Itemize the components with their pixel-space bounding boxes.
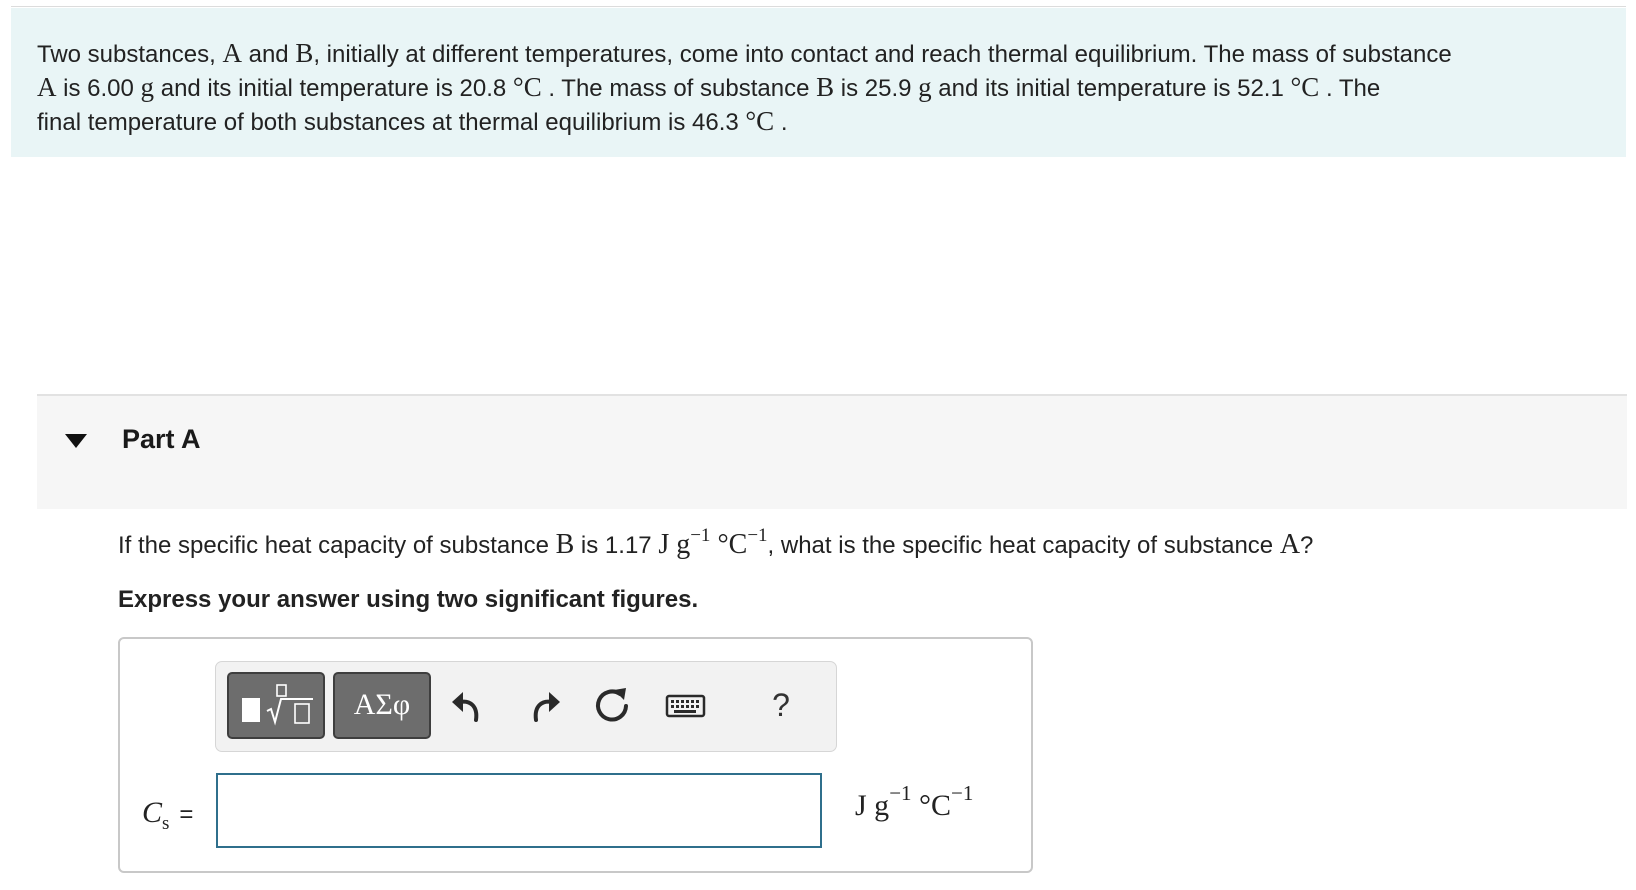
undo-icon[interactable] (446, 682, 494, 730)
intro-line-2: A is 6.00 g and its initial temperature … (37, 72, 1381, 102)
keyboard-icon[interactable] (665, 682, 707, 730)
greek-symbols-button[interactable]: ΑΣφ (333, 672, 431, 739)
answer-input[interactable] (216, 773, 822, 848)
intro-line-1: Two substances, A and B, initially at di… (37, 38, 1452, 68)
unit-label: J g−1 °C−1 (855, 781, 974, 823)
part-title: Part A (122, 424, 201, 454)
intro-line-3: final temperature of both substances at … (37, 106, 788, 136)
math-toolbar: ΑΣφ ? (215, 661, 837, 752)
collapse-triangle-icon[interactable] (65, 434, 87, 448)
answer-instruction: Express your answer using two significan… (118, 586, 699, 613)
templates-button[interactable] (227, 672, 325, 739)
part-a-header[interactable]: Part A (37, 394, 1627, 509)
question-text: If the specific heat capacity of substan… (118, 525, 1314, 560)
variable-label: Cs = (142, 796, 194, 834)
redo-icon[interactable] (518, 682, 566, 730)
reset-icon[interactable] (588, 682, 636, 730)
answer-panel: ΑΣφ ? Cs = J g−1 °C−1 (118, 637, 1033, 873)
problem-intro: Two substances, A and B, initially at di… (11, 8, 1626, 157)
help-button[interactable]: ? (761, 680, 801, 730)
templates-icon (242, 684, 313, 726)
top-divider (11, 6, 1626, 7)
